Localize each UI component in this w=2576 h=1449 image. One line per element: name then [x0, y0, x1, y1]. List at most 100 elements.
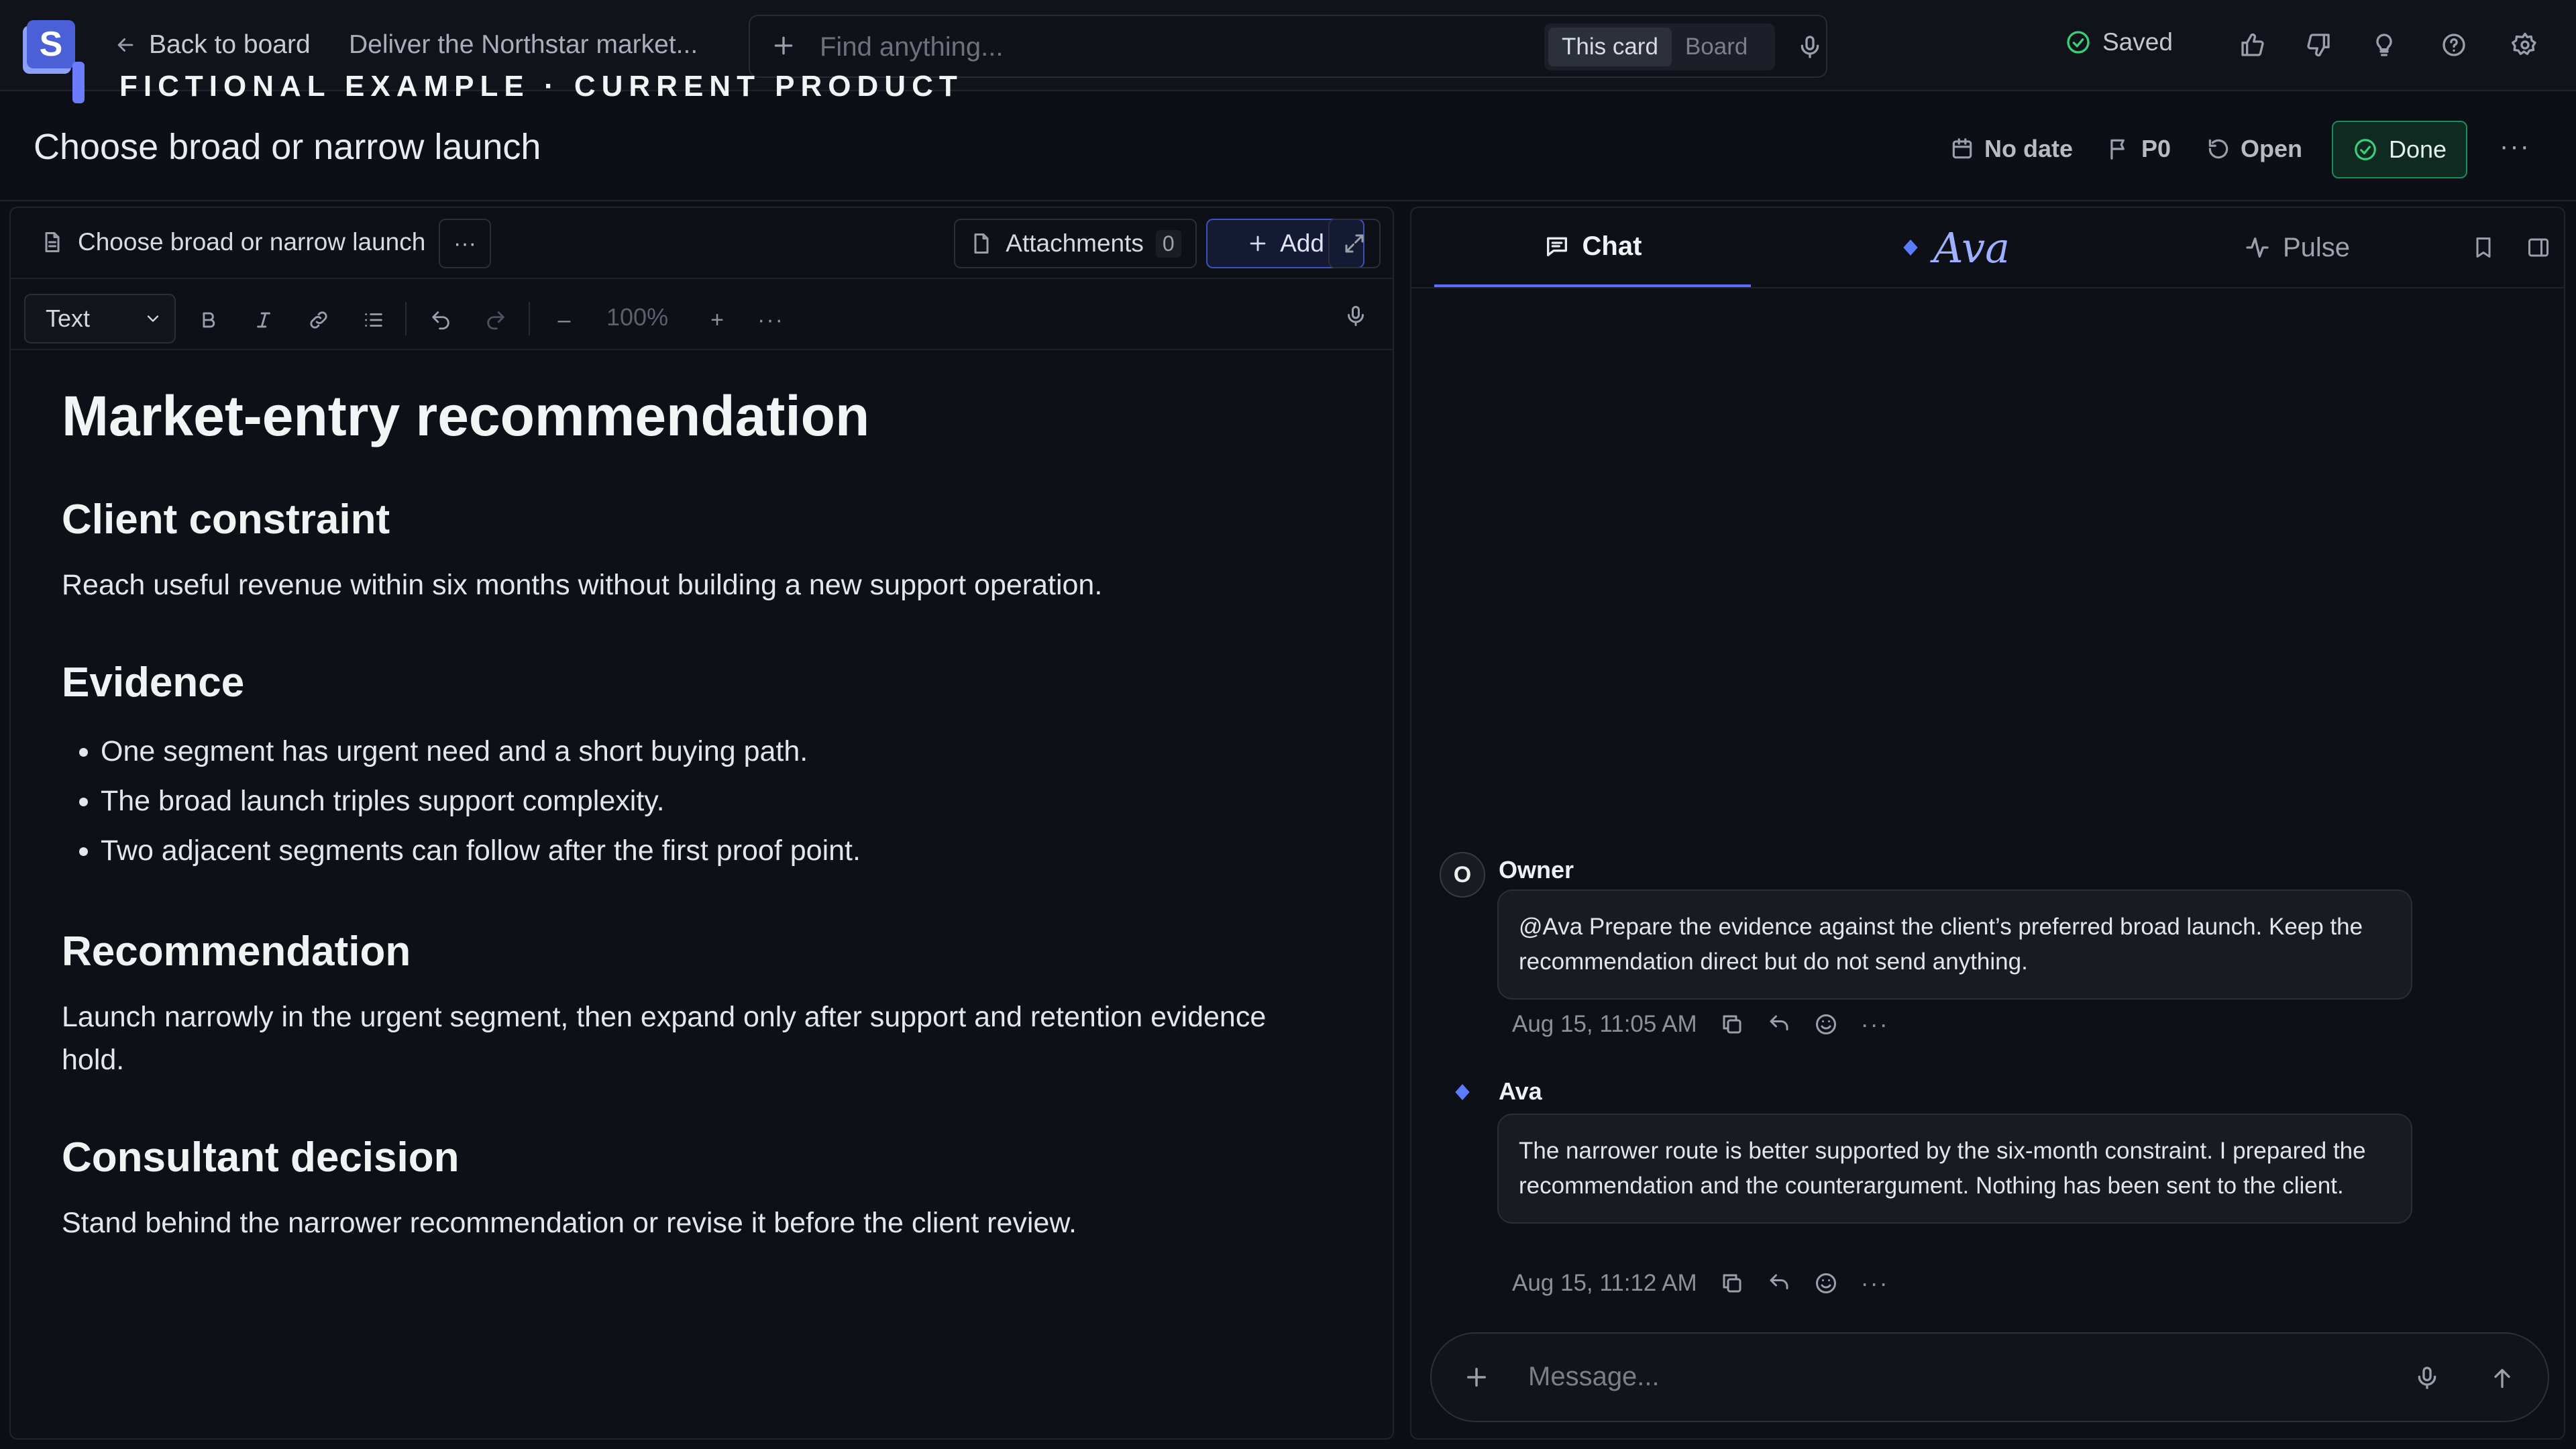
- message-time: Aug 15, 11:05 AM: [1512, 1011, 1697, 1037]
- expand-icon: [1345, 234, 1364, 253]
- reply-icon[interactable]: [1767, 1012, 1791, 1036]
- pulse-icon: [2246, 237, 2269, 258]
- message-meta: Aug 15, 11:12 AM ···: [1512, 1269, 1889, 1297]
- tab-pulse[interactable]: Pulse: [2156, 208, 2438, 287]
- bold-button[interactable]: [193, 305, 224, 335]
- attachments-count: 0: [1155, 229, 1181, 258]
- toolbar-more-button[interactable]: ···: [755, 305, 786, 335]
- dictate-button[interactable]: [1340, 301, 1371, 331]
- document-name[interactable]: Choose broad or narrow launch: [40, 228, 425, 256]
- tab-chat-label: Chat: [1582, 231, 1642, 261]
- diamond-icon: [1455, 1084, 1470, 1100]
- attachments-label: Attachments: [1006, 229, 1144, 257]
- tab-chat[interactable]: Chat: [1434, 208, 1751, 287]
- link-icon: [310, 311, 327, 329]
- undo-button[interactable]: [425, 305, 456, 335]
- section-title: Consultant decision: [62, 1134, 460, 1181]
- tab-ava-label: Ava: [1933, 223, 2010, 272]
- done-button[interactable]: Done: [2332, 121, 2467, 178]
- section-title: Recommendation: [62, 928, 411, 975]
- date-label: No date: [1984, 135, 2074, 162]
- send-arrow-icon[interactable]: [2489, 1364, 2516, 1391]
- page-title[interactable]: Choose broad or narrow launch: [34, 126, 541, 168]
- bullet-list-button[interactable]: [358, 305, 389, 335]
- redo-icon: [487, 311, 504, 330]
- microphone-icon[interactable]: [2414, 1364, 2440, 1391]
- message-time: Aug 15, 11:12 AM: [1512, 1270, 1697, 1296]
- search-input[interactable]: Find anything...: [820, 32, 1004, 62]
- help-button[interactable]: [2440, 28, 2467, 62]
- block-type-select[interactable]: Text: [24, 294, 176, 343]
- emoji-icon[interactable]: [1814, 1012, 1838, 1036]
- message-sender: Ava: [1499, 1077, 1542, 1105]
- arrow-left-icon: [117, 38, 133, 52]
- app-logo[interactable]: S: [27, 20, 75, 68]
- scope-board[interactable]: Board: [1672, 28, 1761, 66]
- search-box[interactable]: Find anything... This card Board: [749, 15, 1827, 78]
- link-button[interactable]: [303, 305, 334, 335]
- evidence-list: One segment has urgent need and a short …: [101, 727, 1336, 875]
- toggle-panel-button[interactable]: [2518, 208, 2559, 287]
- document-body[interactable]: Market-entry recommendation Client const…: [62, 384, 1336, 1297]
- plus-icon[interactable]: [1462, 1363, 1491, 1391]
- zoom-out-button[interactable]: –: [549, 305, 580, 335]
- check-circle-icon: [2067, 31, 2090, 54]
- scope-this-card[interactable]: This card: [1548, 28, 1672, 66]
- priority-picker[interactable]: P0: [2106, 131, 2171, 166]
- settings-button[interactable]: [2512, 28, 2538, 62]
- card-more-button[interactable]: ···: [2500, 131, 2530, 162]
- format-toolbar: Text – 100% + ···: [11, 279, 1393, 350]
- copy-icon[interactable]: [1720, 1271, 1744, 1295]
- done-label: Done: [2388, 136, 2447, 163]
- list-item: The broad launch triples support complex…: [101, 776, 1336, 826]
- message-input[interactable]: Message...: [1528, 1362, 1660, 1392]
- breadcrumb[interactable]: Deliver the Northstar market...: [349, 28, 698, 62]
- file-icon: [974, 233, 989, 254]
- plus-icon[interactable]: [770, 32, 797, 59]
- avatar[interactable]: O: [1440, 852, 1485, 898]
- document-more-button[interactable]: ···: [439, 219, 491, 268]
- status-label: Open: [2241, 135, 2303, 162]
- message-more-icon[interactable]: ···: [1861, 1269, 1889, 1297]
- copy-icon[interactable]: [1720, 1012, 1744, 1036]
- microphone-icon[interactable]: [1796, 34, 1823, 60]
- priority-label: P0: [2141, 135, 2171, 162]
- message-sender: Owner: [1499, 856, 1574, 883]
- ava-avatar[interactable]: [1452, 1081, 1473, 1103]
- message-bubble: @Ava Prepare the evidence against the cl…: [1497, 890, 2412, 1000]
- idea-button[interactable]: [2371, 28, 2398, 62]
- status-picker[interactable]: Open: [2206, 131, 2302, 166]
- chat-icon: [1546, 237, 1567, 256]
- plus-icon: [1250, 235, 1266, 252]
- attachments-button[interactable]: Attachments 0: [954, 219, 1197, 268]
- reopen-icon: [2208, 139, 2229, 159]
- date-picker[interactable]: No date: [1949, 131, 2073, 166]
- flag-icon: [2110, 139, 2125, 160]
- document-heading: Market-entry recommendation: [62, 384, 870, 447]
- thumbs-down-button[interactable]: [2305, 28, 2332, 62]
- toolbar-divider: [529, 302, 530, 335]
- document-name-label: Choose broad or narrow launch: [78, 228, 426, 256]
- thumbs-up-button[interactable]: [2239, 28, 2266, 62]
- check-circle-icon: [2355, 139, 2376, 160]
- sidebar-panel-icon: [2528, 238, 2548, 257]
- reply-icon[interactable]: [1767, 1271, 1791, 1295]
- italic-button[interactable]: [248, 305, 279, 335]
- bookmark-button[interactable]: [2463, 208, 2504, 287]
- back-to-board-link[interactable]: Back to board: [114, 28, 311, 62]
- message-more-icon[interactable]: ···: [1861, 1010, 1889, 1038]
- tab-ava[interactable]: Ava: [1814, 208, 2096, 287]
- expand-button[interactable]: [1328, 219, 1381, 268]
- section-title: Client constraint: [62, 496, 390, 543]
- zoom-in-button[interactable]: +: [702, 305, 733, 335]
- tab-pulse-label: Pulse: [2282, 232, 2351, 262]
- message-meta: Aug 15, 11:05 AM ···: [1512, 1010, 1889, 1038]
- save-status: Saved: [2065, 28, 2173, 56]
- add-label: Add: [1280, 229, 1324, 257]
- message-composer[interactable]: Message...: [1430, 1332, 2549, 1422]
- emoji-icon[interactable]: [1814, 1271, 1838, 1295]
- redo-button[interactable]: [480, 305, 511, 335]
- block-type-value: Text: [46, 305, 91, 332]
- section-title: Evidence: [62, 659, 245, 706]
- back-label: Back to board: [149, 30, 311, 59]
